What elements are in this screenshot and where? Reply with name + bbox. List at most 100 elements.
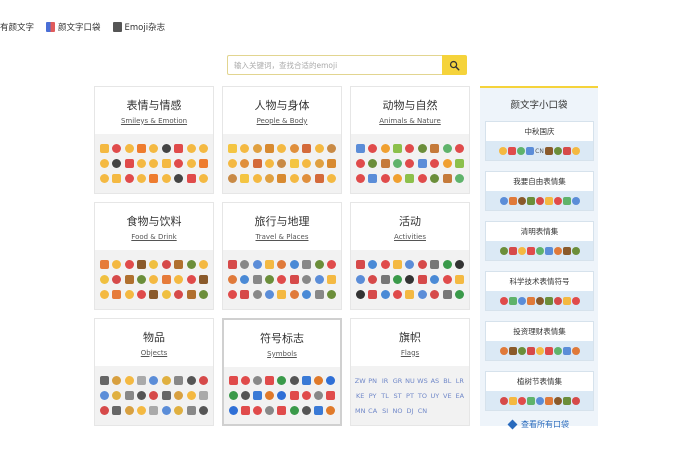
emoji-icon[interactable]	[137, 260, 147, 269]
emoji-icon[interactable]	[265, 144, 275, 153]
emoji-icon[interactable]	[430, 290, 440, 299]
emoji-icon[interactable]	[314, 275, 324, 284]
emoji-icon[interactable]	[137, 290, 147, 299]
emoji-icon[interactable]	[277, 391, 287, 400]
emoji-icon[interactable]	[99, 290, 109, 299]
emoji-icon[interactable]	[326, 376, 336, 385]
emoji-icon[interactable]	[227, 159, 237, 168]
emoji-icon[interactable]	[455, 144, 465, 153]
emoji-icon[interactable]	[174, 275, 184, 284]
emoji-icon[interactable]	[161, 144, 171, 153]
emoji-icon[interactable]	[442, 260, 452, 269]
emoji-icon[interactable]	[368, 260, 378, 269]
emoji-icon[interactable]	[327, 275, 337, 284]
flag-code[interactable]: TL	[381, 392, 389, 400]
emoji-icon[interactable]	[227, 290, 237, 299]
emoji-icon[interactable]	[99, 406, 109, 415]
emoji-icon[interactable]	[393, 159, 403, 168]
emoji-icon[interactable]	[368, 159, 378, 168]
category-card[interactable]: 食物与饮料 Food & Drink	[94, 202, 214, 310]
emoji-icon[interactable]	[430, 275, 440, 284]
emoji-icon[interactable]	[301, 391, 311, 400]
emoji-icon[interactable]	[380, 159, 390, 168]
emoji-icon[interactable]	[277, 406, 287, 415]
flag-code[interactable]: IR	[382, 377, 388, 385]
emoji-icon[interactable]	[149, 290, 159, 299]
emoji-icon[interactable]	[355, 275, 365, 284]
emoji-icon[interactable]	[302, 174, 312, 183]
emoji-icon[interactable]	[137, 174, 147, 183]
emoji-icon[interactable]	[289, 406, 299, 415]
emoji-icon[interactable]	[186, 159, 196, 168]
emoji-icon[interactable]	[289, 174, 299, 183]
emoji-icon[interactable]	[112, 275, 122, 284]
emoji-icon[interactable]	[252, 290, 262, 299]
emoji-icon[interactable]	[326, 406, 336, 415]
category-card[interactable]: 表情与情感 Smileys & Emotion	[94, 86, 214, 194]
emoji-icon[interactable]	[240, 174, 250, 183]
emoji-icon[interactable]	[124, 391, 134, 400]
emoji-icon[interactable]	[327, 159, 337, 168]
emoji-icon[interactable]	[355, 174, 365, 183]
flag-code[interactable]: ST	[393, 392, 401, 400]
emoji-icon[interactable]	[174, 159, 184, 168]
emoji-icon[interactable]	[149, 174, 159, 183]
emoji-icon[interactable]	[301, 406, 311, 415]
emoji-icon[interactable]	[380, 144, 390, 153]
emoji-icon[interactable]	[112, 406, 122, 415]
emoji-icon[interactable]	[314, 391, 324, 400]
emoji-icon[interactable]	[161, 376, 171, 385]
flag-code[interactable]: PY	[369, 392, 377, 400]
emoji-icon[interactable]	[289, 260, 299, 269]
category-card[interactable]: 旅行与地理 Travel & Places	[222, 202, 342, 310]
emoji-icon[interactable]	[199, 159, 209, 168]
emoji-icon[interactable]	[355, 144, 365, 153]
emoji-icon[interactable]	[430, 174, 440, 183]
emoji-icon[interactable]	[124, 260, 134, 269]
emoji-icon[interactable]	[289, 275, 299, 284]
emoji-icon[interactable]	[99, 144, 109, 153]
emoji-icon[interactable]	[252, 144, 262, 153]
emoji-icon[interactable]	[112, 391, 122, 400]
pocket-card[interactable]: 清明表情集	[485, 221, 594, 261]
emoji-icon[interactable]	[240, 391, 250, 400]
emoji-icon[interactable]	[199, 275, 209, 284]
flag-code[interactable]: SI	[382, 407, 388, 415]
emoji-icon[interactable]	[174, 144, 184, 153]
emoji-icon[interactable]	[253, 376, 263, 385]
emoji-icon[interactable]	[277, 376, 287, 385]
emoji-icon[interactable]	[124, 159, 134, 168]
emoji-icon[interactable]	[137, 159, 147, 168]
emoji-icon[interactable]	[137, 376, 147, 385]
emoji-icon[interactable]	[289, 376, 299, 385]
emoji-icon[interactable]	[277, 290, 287, 299]
emoji-icon[interactable]	[252, 174, 262, 183]
emoji-icon[interactable]	[99, 391, 109, 400]
emoji-icon[interactable]	[355, 260, 365, 269]
emoji-icon[interactable]	[368, 144, 378, 153]
emoji-icon[interactable]	[405, 275, 415, 284]
emoji-icon[interactable]	[137, 391, 147, 400]
emoji-icon[interactable]	[174, 376, 184, 385]
emoji-icon[interactable]	[302, 159, 312, 168]
category-subtitle-link[interactable]: Symbols	[267, 350, 297, 358]
emoji-icon[interactable]	[161, 174, 171, 183]
emoji-icon[interactable]	[186, 144, 196, 153]
emoji-icon[interactable]	[253, 406, 263, 415]
emoji-icon[interactable]	[149, 260, 159, 269]
emoji-icon[interactable]	[442, 290, 452, 299]
emoji-icon[interactable]	[393, 174, 403, 183]
emoji-icon[interactable]	[442, 144, 452, 153]
emoji-icon[interactable]	[368, 275, 378, 284]
emoji-icon[interactable]	[277, 159, 287, 168]
emoji-icon[interactable]	[174, 260, 184, 269]
emoji-icon[interactable]	[417, 275, 427, 284]
flag-code[interactable]: PT	[406, 392, 414, 400]
flag-code[interactable]: VE	[443, 392, 452, 400]
emoji-icon[interactable]	[240, 275, 250, 284]
emoji-icon[interactable]	[405, 260, 415, 269]
emoji-icon[interactable]	[199, 406, 209, 415]
flag-code[interactable]: GR	[393, 377, 403, 385]
flag-code[interactable]: MN	[355, 407, 365, 415]
emoji-icon[interactable]	[405, 174, 415, 183]
